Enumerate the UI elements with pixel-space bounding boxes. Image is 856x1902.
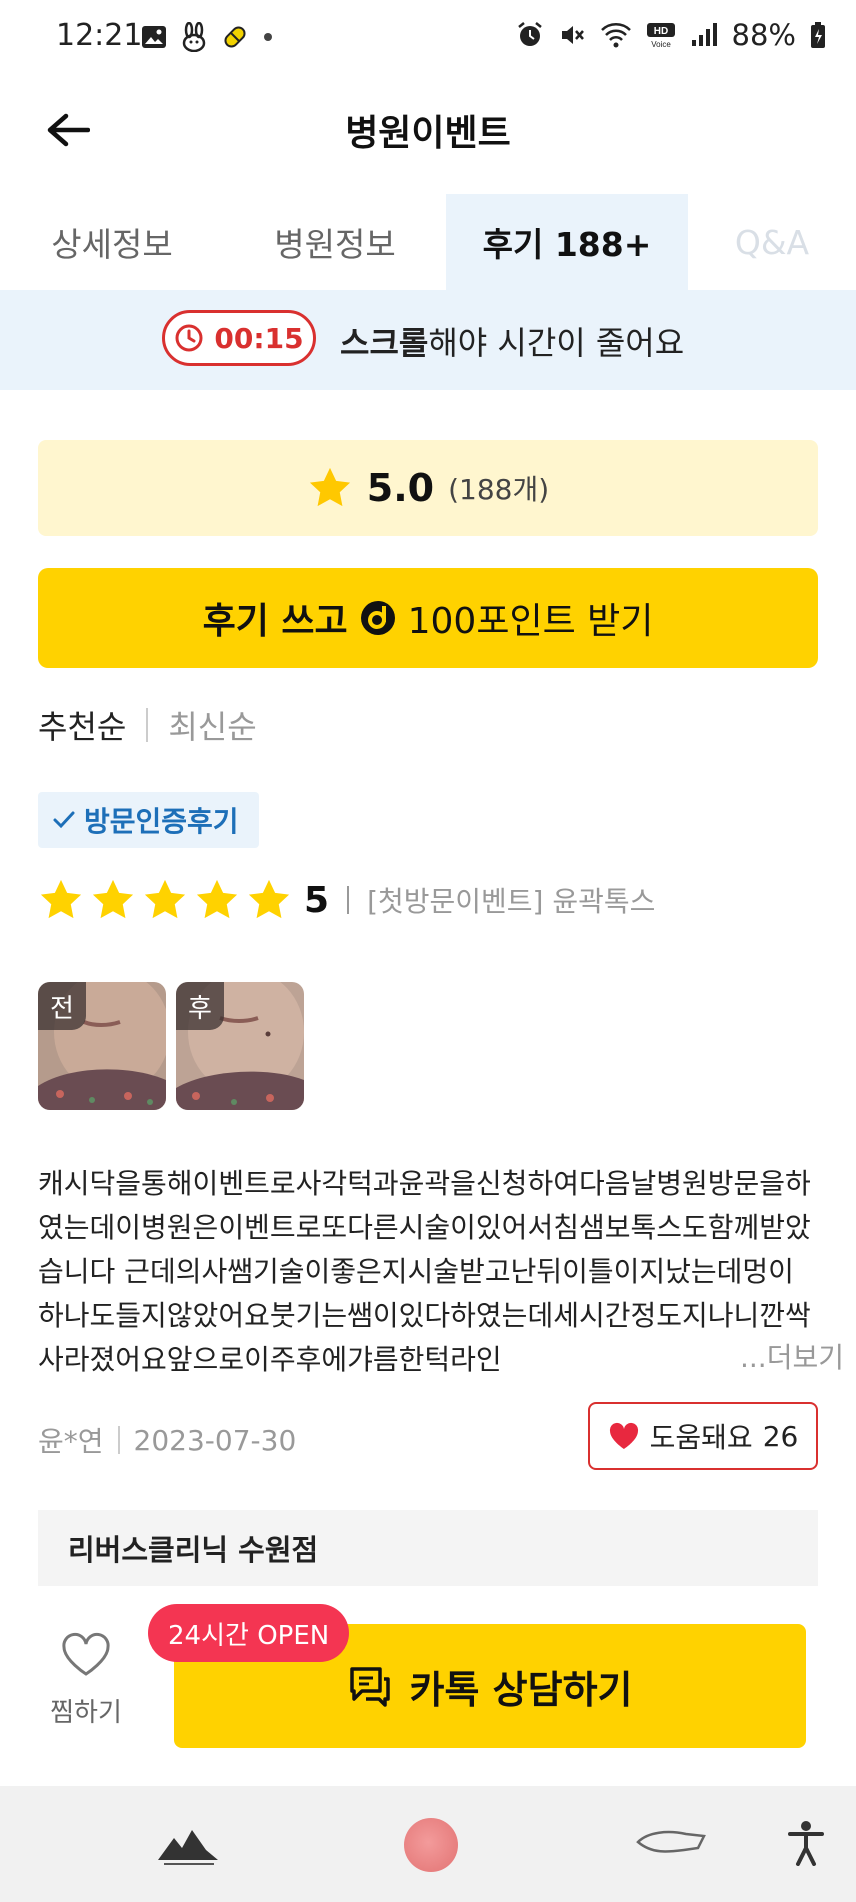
open-24h-badge: 24시간 OPEN bbox=[148, 1604, 350, 1662]
mountain-icon[interactable] bbox=[156, 1822, 220, 1866]
battery-text: 88% bbox=[731, 18, 796, 52]
home-circle-icon[interactable] bbox=[404, 1818, 458, 1872]
rating-summary: 5.0 (188개) bbox=[38, 440, 818, 536]
write-review-button[interactable]: 후기 쓰고 100포인트 받기 bbox=[38, 568, 818, 668]
after-label: 후 bbox=[176, 982, 224, 1030]
gallery-icon bbox=[142, 26, 166, 48]
kakao-consult-label: 카톡 상담하기 bbox=[409, 1667, 633, 1712]
tab-qna[interactable]: Q&A bbox=[688, 194, 856, 290]
page-title: 병원이벤트 bbox=[345, 113, 511, 154]
status-left-icons bbox=[140, 22, 274, 52]
rating-score: 5.0 bbox=[366, 466, 435, 510]
check-icon bbox=[53, 811, 75, 829]
helpful-count: 26 bbox=[762, 1419, 799, 1453]
helpful-label: 도움돼요 bbox=[649, 1421, 753, 1454]
clinic-name-strip: 리버스클리닉 수원점 bbox=[38, 1510, 818, 1586]
before-label: 전 bbox=[38, 982, 86, 1030]
pill-icon bbox=[224, 26, 246, 48]
alarm-icon bbox=[517, 22, 542, 46]
mute-icon bbox=[561, 26, 584, 44]
tab-bar: 상세정보 병원정보 후기 188+ Q&A bbox=[0, 194, 856, 290]
write-review-points: 100포인트 받기 bbox=[407, 601, 654, 642]
review-divider bbox=[347, 886, 350, 914]
tab-reviews[interactable]: 후기 188+ bbox=[446, 194, 688, 290]
heart-icon bbox=[609, 1422, 638, 1449]
clock-icon bbox=[175, 324, 203, 352]
tab-hospital[interactable]: 병원정보 bbox=[224, 194, 446, 290]
sort-latest[interactable]: 최신순 bbox=[168, 702, 256, 748]
heart-outline-icon bbox=[62, 1632, 110, 1676]
star-icon bbox=[248, 879, 290, 919]
helpful-button[interactable]: 도움돼요 26 bbox=[588, 1402, 818, 1470]
review-date: 2023-07-30 bbox=[133, 1423, 297, 1457]
write-review-label: 후기 쓰고 bbox=[202, 601, 348, 642]
status-time: 12:21 bbox=[56, 18, 143, 53]
timer-message-bold: 스크롤 bbox=[340, 324, 429, 362]
after-photo[interactable]: 후 bbox=[176, 982, 304, 1110]
before-photo[interactable]: 전 bbox=[38, 982, 166, 1110]
review-score: 5 bbox=[304, 879, 330, 921]
point-coin-icon bbox=[360, 601, 395, 635]
sort-options: 추천순 최신순 bbox=[38, 702, 257, 748]
rating-count: (188개) bbox=[448, 473, 550, 506]
timer-message: 스크롤해야 시간이 줄어요 bbox=[340, 318, 684, 364]
svg-text:HD: HD bbox=[653, 26, 667, 37]
hd-voice-icon: HD Voice bbox=[646, 23, 675, 49]
wifi-icon bbox=[600, 23, 631, 48]
rabbit-icon bbox=[182, 22, 206, 52]
signal-icon bbox=[691, 23, 717, 46]
status-right-icons: HD Voice 88% bbox=[516, 18, 826, 52]
battery-icon bbox=[811, 22, 825, 48]
status-bar: 12:21 HD Voice 88% bbox=[0, 0, 856, 76]
star-icon bbox=[196, 879, 238, 919]
meta-divider bbox=[117, 1426, 120, 1454]
tab-detail[interactable]: 상세정보 bbox=[0, 194, 224, 290]
timer-message-rest: 해야 시간이 줄어요 bbox=[428, 324, 685, 362]
sort-divider bbox=[146, 708, 149, 742]
star-icon bbox=[40, 879, 82, 919]
star-icon bbox=[309, 467, 350, 507]
timer-value: 00:15 bbox=[214, 321, 304, 355]
favorite-label: 찜하기 bbox=[50, 1698, 122, 1728]
review-item-name: [첫방문이벤트] 윤곽톡스 bbox=[367, 885, 656, 918]
svg-text:Voice: Voice bbox=[651, 40, 671, 49]
review-author: 윤*연 bbox=[38, 1425, 104, 1458]
verified-visit-badge: 방문인증후기 bbox=[38, 792, 259, 848]
timer-pill: 00:15 bbox=[162, 310, 316, 366]
star-icon bbox=[92, 879, 134, 919]
accessibility-icon[interactable] bbox=[786, 1820, 826, 1866]
read-more-link[interactable]: ...더보기 bbox=[700, 1336, 844, 1376]
star-icon bbox=[144, 879, 186, 919]
dot-icon bbox=[264, 33, 272, 41]
favorite-button[interactable]: 찜하기 bbox=[50, 1632, 122, 1729]
chat-bubble-icon bbox=[349, 1667, 390, 1707]
review-rating: 5 [첫방문이벤트] 윤곽톡스 bbox=[38, 878, 655, 922]
review-meta: 윤*연 2023-07-30 bbox=[38, 1420, 296, 1460]
sort-recommended[interactable]: 추천순 bbox=[38, 702, 126, 748]
back-brush-icon[interactable] bbox=[634, 1826, 708, 1860]
verified-label: 방문인증후기 bbox=[84, 805, 239, 838]
clinic-name: 리버스클리닉 수원점 bbox=[68, 1533, 319, 1567]
